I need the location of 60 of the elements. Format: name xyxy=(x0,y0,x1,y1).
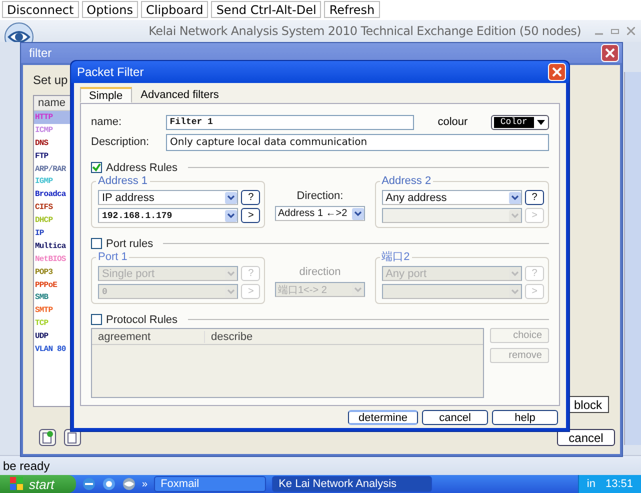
group-title: Address 2 xyxy=(380,175,434,187)
caret-icon xyxy=(225,192,238,204)
vertical-scrollbar[interactable] xyxy=(624,72,641,445)
description-field[interactable]: Only capture local data communication xyxy=(166,134,549,150)
caret-icon xyxy=(509,192,521,204)
four-squares-icon xyxy=(10,477,24,491)
field-label: direction xyxy=(299,266,341,278)
help-button[interactable]: ? xyxy=(525,190,544,205)
group-title: Port 1 xyxy=(96,251,130,263)
eye-logo-icon[interactable] xyxy=(122,477,136,491)
column-header: describe xyxy=(210,330,253,342)
more-icons-text[interactable]: » xyxy=(142,478,148,490)
dropdown[interactable]: 192.168.1.179 xyxy=(98,208,238,223)
caret-icon xyxy=(225,210,238,222)
field-label: Direction: xyxy=(296,190,344,202)
caret-icon xyxy=(536,120,545,124)
next-button[interactable]: > xyxy=(241,208,260,223)
tab[interactable]: Simple xyxy=(80,87,132,103)
block-button[interactable]: block xyxy=(569,396,609,413)
clock: 13:51 xyxy=(605,478,633,490)
toolbar-button[interactable]: Send Ctrl-Alt-Del xyxy=(211,1,322,18)
add-document-icon[interactable] xyxy=(39,429,56,446)
taskbar-item[interactable]: Ke Lai Network Analysis xyxy=(272,476,432,492)
checkmark-icon xyxy=(92,163,101,172)
toolbar-button[interactable]: Clipboard xyxy=(140,1,208,18)
column-header: agreement xyxy=(92,330,205,342)
dropdown[interactable]: Any address xyxy=(382,190,522,205)
window-title: Kelai Network Analysis System 2010 Technical Exchange Edition (50 nodes) xyxy=(148,24,581,38)
direction-dropdown[interactable]: Address 1 ←>2 xyxy=(275,206,365,221)
help-button[interactable]: ? xyxy=(241,190,260,205)
dialog-title: Packet Filter xyxy=(77,65,144,79)
colour-picker-button[interactable]: Color xyxy=(490,114,549,130)
group-title: 端口2 xyxy=(380,251,412,263)
toolbar-button[interactable]: Disconnect xyxy=(2,1,79,18)
checkbox[interactable] xyxy=(91,162,102,173)
dropdown[interactable]: IP address xyxy=(98,190,238,205)
field-label: name: xyxy=(91,116,123,128)
group-title: Address 1 xyxy=(96,175,150,187)
field-label: colour xyxy=(438,116,469,128)
dialog-button[interactable]: help xyxy=(492,410,558,425)
caret-icon xyxy=(352,208,364,220)
field-label: Description: xyxy=(91,136,150,148)
taskbar-item[interactable]: Foxmail xyxy=(154,476,266,492)
toolbar-button[interactable]: Refresh xyxy=(324,1,380,18)
section-label: Port rules xyxy=(106,238,154,250)
toolbar-button[interactable]: Options xyxy=(82,1,138,18)
section-label: Protocol Rules xyxy=(106,314,178,326)
dialog-button[interactable]: determine xyxy=(348,410,418,425)
dialog-button[interactable]: cancel xyxy=(422,410,488,425)
window-title: filter xyxy=(29,46,52,60)
name-field[interactable]: Filter 1 xyxy=(166,114,414,130)
section-label: Address Rules xyxy=(106,162,178,174)
cancel-button[interactable]: cancel xyxy=(557,429,615,446)
checkbox[interactable] xyxy=(91,238,102,249)
edit-document-icon[interactable] xyxy=(64,429,81,446)
checkbox[interactable] xyxy=(91,314,102,325)
caret-icon xyxy=(509,210,521,222)
input-method-text: in xyxy=(586,478,596,490)
status-text: be ready xyxy=(3,458,50,472)
section-label: Set up xyxy=(33,73,68,87)
